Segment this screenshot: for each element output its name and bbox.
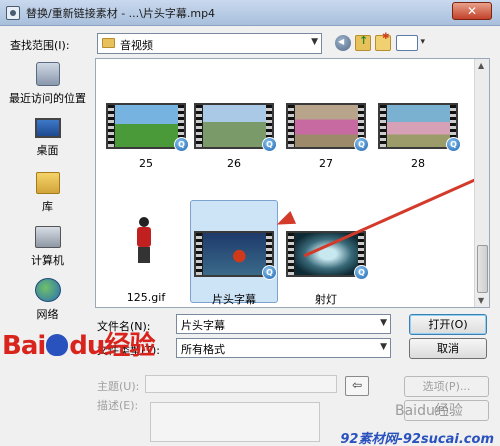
- site-watermark: 92素材网-92sucai.com: [340, 432, 494, 446]
- place-recent[interactable]: 最近访问的位置: [5, 62, 90, 106]
- scroll-down-icon[interactable]: ▼: [478, 296, 484, 305]
- library-icon: [35, 172, 60, 194]
- file-label: 片头字幕: [212, 293, 256, 306]
- folder-icon: [102, 38, 115, 48]
- image-thumbnail: [106, 209, 186, 279]
- baidu-corner-watermark: Baidu经验: [395, 403, 463, 419]
- new-folder-icon[interactable]: [375, 32, 391, 51]
- filename-value: 片头字幕: [181, 319, 225, 332]
- baidu-paw-icon: [46, 334, 69, 356]
- cancel-button[interactable]: 取消: [409, 338, 487, 359]
- file-label: 125.gif: [126, 291, 166, 304]
- recent-places-icon: [35, 62, 60, 86]
- baidu-watermark: Bai du经验: [2, 325, 155, 362]
- place-label: 计算机: [31, 254, 64, 267]
- app-icon: [6, 6, 20, 20]
- place-network[interactable]: 网络: [5, 278, 90, 322]
- file-label: 26: [227, 157, 241, 170]
- file-dialog: 替换/重新链接素材 - ...\片头字幕.mp4 ✕ 查找范围(I): 音视频 …: [0, 0, 500, 446]
- view-menu-icon[interactable]: [396, 35, 425, 51]
- filename-input[interactable]: 片头字幕 ▼: [176, 314, 391, 334]
- baidu-right-text: du: [69, 331, 105, 361]
- place-label: 网络: [36, 308, 59, 321]
- lookin-value: 音视频: [120, 39, 153, 52]
- places-bar: 最近访问的位置 桌面 库 计算机 网络: [5, 58, 90, 323]
- place-desktop[interactable]: 桌面: [5, 118, 90, 158]
- chevron-down-icon: ▼: [311, 37, 318, 47]
- lookin-dropdown[interactable]: 音视频 ▼: [97, 33, 322, 54]
- vertical-scrollbar[interactable]: ▲ ▼: [474, 59, 489, 307]
- scroll-thumb[interactable]: [477, 245, 488, 293]
- scroll-up-icon[interactable]: ▲: [478, 61, 484, 70]
- back-icon[interactable]: [335, 35, 351, 51]
- chevron-down-icon: ▼: [380, 318, 387, 328]
- annotation-arrow: [303, 169, 489, 258]
- options-button[interactable]: 选项(P)...: [404, 376, 489, 397]
- desktop-icon: [34, 118, 61, 138]
- chevron-down-icon: ▼: [380, 342, 387, 352]
- quicktime-icon: Q: [354, 265, 369, 280]
- description-label: 描述(E):: [97, 399, 139, 412]
- quicktime-icon: Q: [446, 137, 461, 152]
- file-list[interactable]: Q 25 Q 26 Q 27 Q 28 125.gif Q 片头字幕 Q 射灯 …: [95, 58, 490, 308]
- baidu-jingyan-text: 经验: [104, 331, 155, 361]
- place-library[interactable]: 库: [5, 172, 90, 214]
- subject-input[interactable]: [145, 375, 337, 393]
- filetype-select[interactable]: 所有格式 ▼: [176, 338, 391, 358]
- place-label: 库: [42, 200, 53, 213]
- filetype-value: 所有格式: [181, 343, 225, 356]
- window-title: 替换/重新链接素材 - ...\片头字幕.mp4: [26, 7, 216, 20]
- open-button[interactable]: 打开(O): [409, 314, 487, 335]
- baidu-left-text: Bai: [2, 331, 46, 361]
- quicktime-icon: Q: [174, 137, 189, 152]
- quicktime-icon: Q: [354, 137, 369, 152]
- file-label: 28: [411, 157, 425, 170]
- description-input[interactable]: [150, 402, 320, 442]
- lookin-label: 查找范围(I):: [10, 39, 70, 52]
- title-bar[interactable]: 替换/重新链接素材 - ...\片头字幕.mp4 ✕: [0, 0, 500, 26]
- up-folder-icon[interactable]: [355, 34, 371, 51]
- place-computer[interactable]: 计算机: [5, 226, 90, 268]
- network-icon: [34, 278, 61, 302]
- file-label: 25: [139, 157, 153, 170]
- file-label: 射灯: [315, 293, 337, 306]
- quicktime-icon: Q: [262, 265, 277, 280]
- place-label: 桌面: [36, 144, 59, 157]
- quicktime-icon: Q: [262, 137, 277, 152]
- place-label: 最近访问的位置: [9, 92, 86, 105]
- close-button[interactable]: ✕: [452, 2, 492, 20]
- file-label: 27: [319, 157, 333, 170]
- computer-icon: [34, 226, 61, 248]
- subject-label: 主题(U):: [97, 380, 140, 393]
- insert-arrow-icon[interactable]: ⇦: [345, 376, 369, 396]
